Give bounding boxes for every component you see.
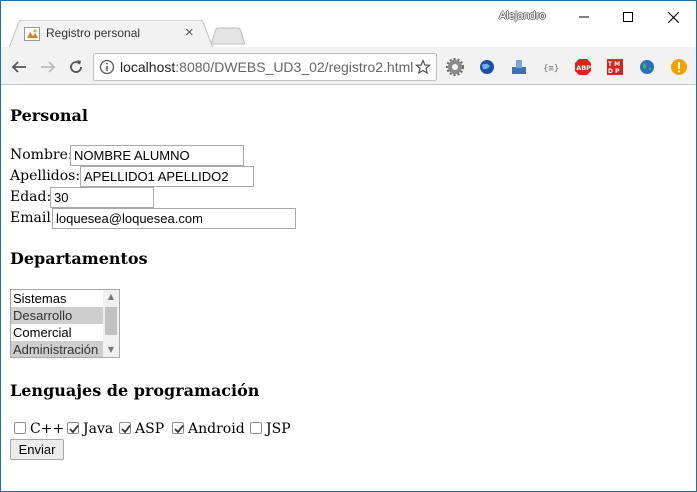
new-tab-button[interactable] xyxy=(211,27,245,45)
profile-name[interactable]: Alejandro xyxy=(499,10,545,22)
forward-icon[interactable] xyxy=(37,56,59,78)
minimize-icon[interactable] xyxy=(562,3,606,31)
edad-label: Edad: xyxy=(10,189,52,205)
upload-icon[interactable] xyxy=(510,58,528,76)
email-input[interactable]: loquesea@loquesea.com xyxy=(52,208,296,229)
enviar-button[interactable]: Enviar xyxy=(10,439,64,460)
favicon-icon xyxy=(24,27,40,41)
tamper-icon[interactable]: T M D P xyxy=(606,58,624,76)
checkbox-android[interactable] xyxy=(172,422,184,434)
departamentos-select[interactable]: Sistemas Desarrollo Comercial Administra… xyxy=(10,289,120,358)
lenguajes-heading: Lenguajes de programación xyxy=(10,381,260,400)
label-jsp: JSP xyxy=(266,421,291,437)
earth-icon[interactable] xyxy=(638,58,656,76)
checkbox-jsp[interactable] xyxy=(250,422,262,434)
option-sistemas[interactable]: Sistemas xyxy=(11,290,103,307)
svg-text:ABP: ABP xyxy=(576,64,591,72)
url-path: :8080/DWEBS_UD3_02/registro2.html xyxy=(175,59,414,75)
option-desarrollo[interactable]: Desarrollo xyxy=(11,307,103,324)
scroll-up-icon[interactable]: ▲ xyxy=(103,290,119,304)
reload-icon[interactable] xyxy=(65,56,87,78)
back-icon[interactable] xyxy=(8,56,30,78)
scroll-down-icon[interactable]: ▼ xyxy=(103,343,119,357)
scroll-thumb[interactable] xyxy=(105,307,117,335)
svg-text:D P: D P xyxy=(608,68,620,75)
apellidos-label: Apellidos: xyxy=(10,168,81,184)
title-bar: Registro personal × Alejandro xyxy=(1,1,696,48)
checkbox-java[interactable] xyxy=(67,422,79,434)
url-text: localhost:8080/DWEBS_UD3_02/registro2.ht… xyxy=(120,59,413,75)
label-android: Android xyxy=(188,421,245,437)
option-administracion[interactable]: Administración xyxy=(11,341,103,357)
email-label: Email: xyxy=(10,210,56,226)
listbox-scrollbar[interactable]: ▲ ▼ xyxy=(103,290,119,357)
adblock-icon[interactable]: ABP xyxy=(574,58,592,76)
checkbox-asp[interactable] xyxy=(119,422,131,434)
maximize-icon[interactable] xyxy=(606,3,650,31)
checkbox-cpp[interactable] xyxy=(14,422,26,434)
checkmark-icon xyxy=(174,424,184,434)
label-cpp: C++ xyxy=(30,421,65,437)
settings-gear-icon[interactable] xyxy=(446,58,464,76)
url-host: localhost xyxy=(120,59,176,75)
personal-heading: Personal xyxy=(10,106,88,125)
tab-title: Registro personal xyxy=(46,26,141,40)
departamentos-heading: Departamentos xyxy=(10,249,148,268)
json-icon[interactable]: {≡} xyxy=(542,58,560,76)
checkmark-icon xyxy=(121,424,131,434)
label-java: Java xyxy=(83,421,114,437)
info-icon[interactable] xyxy=(99,59,115,75)
apellidos-input[interactable]: APELLIDO1 APELLIDO2 xyxy=(80,166,254,187)
nombre-input[interactable]: NOMBRE ALUMNO xyxy=(70,145,244,166)
bookmark-star-icon[interactable] xyxy=(415,59,431,75)
nombre-label: Nombre: xyxy=(10,147,73,163)
svg-text:{≡}: {≡} xyxy=(543,64,559,74)
globe-icon[interactable] xyxy=(478,58,496,76)
tab-close-icon[interactable]: × xyxy=(185,24,194,41)
checkmark-icon xyxy=(69,424,79,434)
close-window-icon[interactable] xyxy=(651,3,695,31)
alert-icon[interactable] xyxy=(670,58,688,76)
label-asp: ASP xyxy=(135,421,165,437)
svg-text:T M: T M xyxy=(608,61,620,68)
edad-input[interactable]: 30 xyxy=(50,187,154,208)
browser-window: Registro personal × Alejandro localhost:… xyxy=(0,0,697,492)
option-comercial[interactable]: Comercial xyxy=(11,324,103,341)
